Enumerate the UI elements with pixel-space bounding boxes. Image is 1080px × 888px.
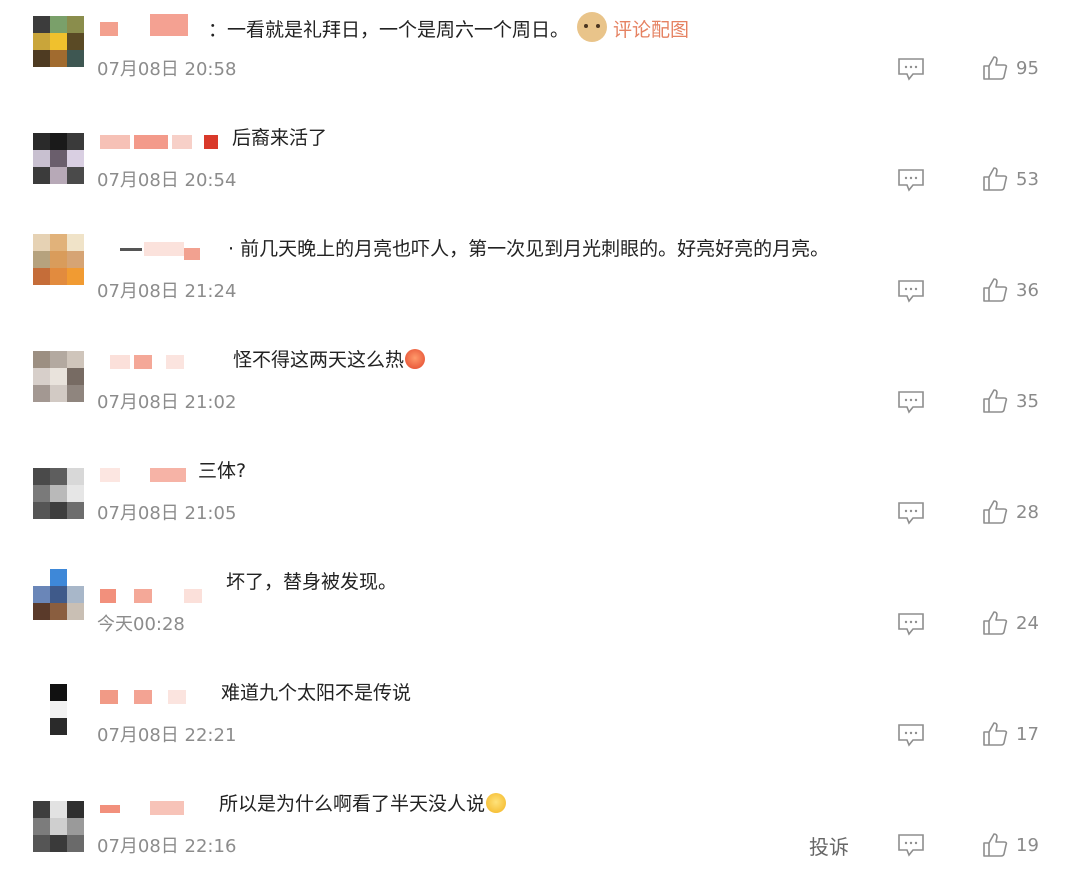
comment-item: 三体? 07月08日 21:05 28	[0, 444, 1080, 555]
comment-body: 坏了，替身被发现。	[226, 571, 398, 593]
avatar[interactable]	[33, 684, 85, 736]
crying-laughing-emoji-icon	[486, 793, 507, 813]
comment-body: 所以是为什么啊看了半天没人说	[219, 793, 486, 815]
comment-body: 怪不得这两天这么热	[233, 349, 405, 371]
like-count: 36	[1016, 280, 1039, 301]
like-count: 95	[1016, 58, 1039, 79]
comment-item: 怪不得这两天这么热 07月08日 21:02 35	[0, 333, 1080, 444]
comment-item: ：一看就是礼拜日，一个是周六一个周日。 评论配图 07月08日 20:58 95	[0, 0, 1080, 111]
comment-bubble-icon[interactable]	[896, 56, 926, 82]
comment-time: 07月08日 20:54	[97, 170, 237, 191]
comment-text: 三体?	[198, 456, 246, 483]
thumbs-up-icon[interactable]	[982, 499, 1008, 525]
username[interactable]	[100, 797, 220, 817]
thumbs-up-icon[interactable]	[982, 55, 1008, 81]
comment-bubble-icon[interactable]	[896, 832, 926, 858]
report-button[interactable]: 投诉	[809, 831, 849, 860]
comment-text: 怪不得这两天这么热	[233, 345, 426, 372]
avatar[interactable]	[33, 16, 85, 68]
comment-item: 难道九个太阳不是传说 07月08日 22:21 17	[0, 666, 1080, 777]
avatar[interactable]	[33, 468, 85, 520]
comment-text: 坏了，替身被发现。	[226, 567, 397, 594]
comment-text: · 前几天晚上的月亮也吓人，第一次见到月光刺眼的。好亮好亮的月亮。	[228, 234, 829, 261]
comment-item: · 前几天晚上的月亮也吓人，第一次见到月光刺眼的。好亮好亮的月亮。 07月08日…	[0, 222, 1080, 333]
comment-item: 后裔来活了 07月08日 20:54 53	[0, 111, 1080, 222]
avatar[interactable]	[33, 133, 85, 185]
thumbs-up-icon[interactable]	[982, 277, 1008, 303]
comment-bubble-icon[interactable]	[896, 611, 926, 637]
comment-body: 后裔来活了	[232, 127, 328, 149]
thumbs-up-icon[interactable]	[982, 721, 1008, 747]
comment-bubble-icon[interactable]	[896, 167, 926, 193]
comment-time: 07月08日 22:16	[97, 836, 237, 857]
like-count: 28	[1016, 502, 1039, 523]
avatar[interactable]	[33, 801, 85, 853]
comment-bubble-icon[interactable]	[896, 500, 926, 526]
comment-time: 07月08日 20:58	[97, 59, 237, 80]
comment-body: · 前几天晚上的月亮也吓人，第一次见到月光刺眼的。好亮好亮的月亮。	[228, 238, 830, 260]
thumbs-up-icon[interactable]	[982, 166, 1008, 192]
username[interactable]	[100, 351, 220, 371]
comment-bubble-icon[interactable]	[896, 278, 926, 304]
comment-time: 07月08日 21:02	[97, 392, 237, 413]
like-count: 17	[1016, 724, 1039, 745]
hot-face-emoji-icon	[405, 349, 426, 369]
username[interactable]	[100, 131, 220, 151]
comment-text: 难道九个太阳不是传说	[221, 678, 411, 705]
avatar[interactable]	[33, 351, 85, 403]
username[interactable]	[100, 238, 220, 260]
comment-body: 难道九个太阳不是传说	[221, 682, 412, 704]
username[interactable]	[100, 14, 220, 38]
avatar[interactable]	[33, 234, 85, 286]
avatar[interactable]	[33, 569, 85, 621]
comment-body: ：一看就是礼拜日，一个是周六一个周日。	[208, 19, 570, 41]
comment-text: ：一看就是礼拜日，一个是周六一个周日。 评论配图	[208, 12, 689, 42]
like-count: 24	[1016, 613, 1039, 634]
username[interactable]	[100, 585, 220, 605]
comment-text: 所以是为什么啊看了半天没人说	[219, 789, 507, 816]
username[interactable]	[100, 686, 220, 706]
comment-item: 坏了，替身被发现。 今天00:28 24	[0, 555, 1080, 666]
comment-image-link[interactable]: 评论配图	[613, 19, 689, 41]
comment-bubble-icon[interactable]	[896, 722, 926, 748]
thumbs-up-icon[interactable]	[982, 610, 1008, 636]
comment-text: 后裔来活了	[232, 123, 327, 150]
comment-bubble-icon[interactable]	[896, 389, 926, 415]
like-count: 35	[1016, 391, 1039, 412]
thumbs-up-icon[interactable]	[982, 388, 1008, 414]
like-count: 19	[1016, 835, 1039, 856]
comment-time: 07月08日 21:24	[97, 281, 237, 302]
doge-emoji-icon	[577, 12, 608, 42]
comment-time: 07月08日 21:05	[97, 503, 237, 524]
comment-item: 所以是为什么啊看了半天没人说 07月08日 22:16 19	[0, 777, 1080, 888]
like-count: 53	[1016, 169, 1039, 190]
comment-body: 三体?	[198, 460, 247, 482]
comment-time: 07月08日 22:21	[97, 725, 237, 746]
comment-time: 今天00:28	[97, 614, 185, 635]
thumbs-up-icon[interactable]	[982, 832, 1008, 858]
